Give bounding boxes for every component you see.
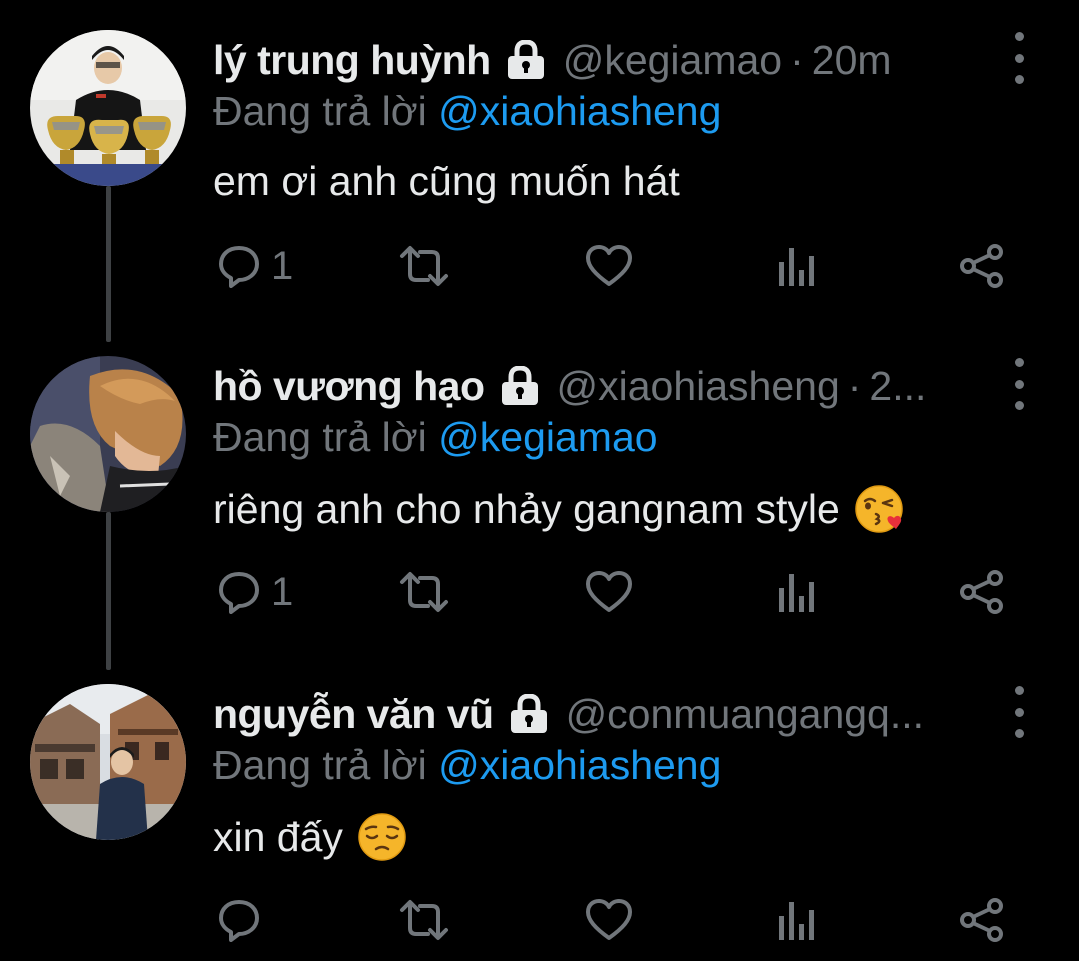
- share-button[interactable]: [959, 238, 1005, 294]
- reply-button[interactable]: 1: [217, 238, 293, 294]
- user-handle[interactable]: @conmuangangq...: [566, 691, 924, 738]
- display-name[interactable]: lý trung huỳnh: [213, 37, 491, 84]
- timestamp[interactable]: 20m: [812, 37, 892, 84]
- analytics-button[interactable]: [777, 892, 817, 948]
- analytics-icon: [779, 574, 814, 612]
- reply-button[interactable]: 1: [217, 564, 293, 620]
- tweet-actions: 1: [213, 238, 1013, 294]
- user-handle[interactable]: @kegiamao: [563, 37, 782, 84]
- display-name[interactable]: hồ vương hạo: [213, 363, 485, 410]
- share-button[interactable]: [959, 564, 1005, 620]
- lock-icon: [497, 365, 543, 406]
- reply-icon: [219, 246, 259, 288]
- avatar[interactable]: [30, 30, 186, 186]
- reply-button[interactable]: [217, 892, 261, 948]
- user-handle[interactable]: @xiaohiasheng: [557, 363, 840, 410]
- tweet-text-content: xin đấy: [213, 813, 343, 860]
- like-button[interactable]: [585, 564, 633, 620]
- more-options-icon[interactable]: [1009, 686, 1029, 738]
- heart-icon: [586, 245, 632, 286]
- tweet[interactable]: lý trung huỳnh @kegiamao · 20m Đang trả …: [0, 30, 1079, 330]
- heart-icon: [586, 899, 632, 940]
- tweet[interactable]: hồ vương hạo @xiaohiasheng · 2... Đang t…: [0, 356, 1079, 656]
- share-icon: [960, 570, 1003, 614]
- analytics-icon: [779, 248, 814, 286]
- more-options-icon[interactable]: [1009, 32, 1029, 84]
- reply-mention-link[interactable]: @xiaohiasheng: [438, 88, 721, 134]
- tweet-actions: 1: [213, 564, 1013, 620]
- reply-icon: [219, 572, 259, 614]
- separator-dot: ·: [847, 362, 862, 409]
- separator-dot: ·: [790, 36, 804, 83]
- like-button[interactable]: [585, 892, 633, 948]
- replying-to-label: Đang trả lời: [213, 742, 427, 788]
- replying-to-label: Đang trả lời: [213, 88, 427, 134]
- heart-icon: [586, 571, 632, 612]
- analytics-button[interactable]: [777, 564, 817, 620]
- display-name[interactable]: nguyễn văn vũ: [213, 691, 494, 738]
- tweet-header: hồ vương hạo @xiaohiasheng · 2...: [213, 356, 926, 416]
- more-options-icon[interactable]: [1009, 358, 1029, 410]
- tweet-text-content: em ơi anh cũng muốn hát: [213, 158, 680, 204]
- avatar[interactable]: [30, 356, 186, 512]
- kissing-heart-emoji: [854, 484, 904, 534]
- retweet-button[interactable]: [398, 564, 450, 620]
- reply-mention-link[interactable]: @xiaohiasheng: [438, 742, 721, 788]
- reply-count: 1: [271, 243, 294, 288]
- pensive-emoji: [357, 812, 407, 862]
- reply-mention-link[interactable]: @kegiamao: [438, 414, 657, 460]
- share-icon: [960, 244, 1003, 288]
- timestamp[interactable]: 2...: [869, 363, 926, 410]
- analytics-button[interactable]: [777, 238, 817, 294]
- analytics-icon: [779, 902, 814, 940]
- tweet-actions: [213, 892, 1013, 948]
- retweet-button[interactable]: [398, 238, 450, 294]
- tweet-header: lý trung huỳnh @kegiamao · 20m: [213, 30, 892, 90]
- reply-icon: [219, 900, 259, 942]
- like-button[interactable]: [585, 238, 633, 294]
- share-icon: [960, 898, 1003, 942]
- retweet-icon: [400, 572, 448, 612]
- tweet[interactable]: nguyễn văn vũ @conmuangangq... Đang trả …: [0, 684, 1079, 961]
- replying-to: Đang trả lời @xiaohiasheng: [213, 742, 721, 789]
- lock-icon: [503, 39, 549, 80]
- tweet-text: xin đấy: [213, 812, 407, 862]
- avatar[interactable]: [30, 684, 186, 840]
- tweet-text-content: riêng anh cho nhảy gangnam style: [213, 485, 840, 532]
- retweet-icon: [400, 246, 448, 286]
- replying-to-label: Đang trả lời: [213, 414, 427, 460]
- tweet-text: riêng anh cho nhảy gangnam style: [213, 484, 904, 534]
- retweet-button[interactable]: [398, 892, 450, 948]
- replying-to: Đang trả lời @xiaohiasheng: [213, 88, 721, 135]
- retweet-icon: [400, 900, 448, 940]
- share-button[interactable]: [959, 892, 1005, 948]
- replying-to: Đang trả lời @kegiamao: [213, 414, 658, 461]
- lock-icon: [506, 693, 552, 734]
- tweet-header: nguyễn văn vũ @conmuangangq...: [213, 684, 924, 744]
- reply-count: 1: [271, 569, 294, 614]
- tweet-text: em ơi anh cũng muốn hát: [213, 158, 680, 205]
